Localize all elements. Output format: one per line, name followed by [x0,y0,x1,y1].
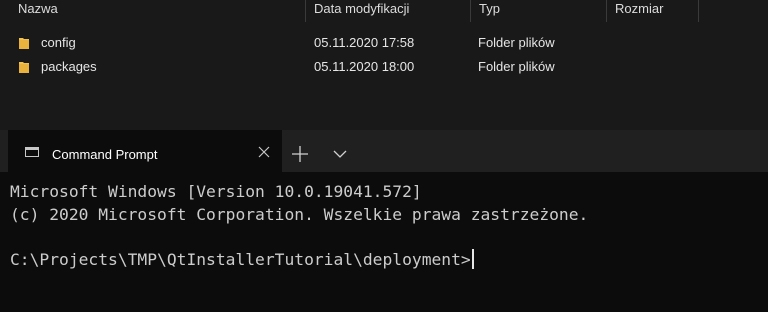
terminal-line: (c) 2020 Microsoft Corporation. Wszelkie… [10,205,589,224]
file-row-config[interactable]: config 05.11.2020 17:58 Folder plików [0,32,768,54]
close-icon[interactable] [258,146,270,158]
terminal-output[interactable]: Microsoft Windows [Version 10.0.19041.57… [0,172,768,312]
column-header-type[interactable]: Typ [471,0,605,22]
file-modified: 05.11.2020 17:58 [314,35,415,50]
file-type: Folder plików [478,35,555,50]
terminal-tab-bar: Command Prompt [0,130,768,172]
text-cursor [471,249,474,269]
terminal-line: Microsoft Windows [Version 10.0.19041.57… [10,182,422,201]
column-header-name[interactable]: Nazwa [10,0,304,22]
column-header-modified[interactable]: Data modyfikacji [306,0,470,22]
tab-command-prompt[interactable]: Command Prompt [8,130,282,172]
terminal-prompt-line[interactable]: C:\Projects\TMP\QtInstallerTutorial\depl… [10,249,474,269]
folder-icon [19,38,29,49]
file-name: config [41,35,76,50]
file-modified: 05.11.2020 18:00 [314,59,415,74]
file-row-packages[interactable]: packages 05.11.2020 18:00 Folder plików [0,56,768,78]
column-header-row: Nazwa Data modyfikacji Typ Rozmiar [0,0,768,22]
file-name: packages [41,59,97,74]
file-type: Folder plików [478,59,555,74]
column-header-size[interactable]: Rozmiar [607,0,697,22]
command-prompt-path: C:\Projects\TMP\QtInstallerTutorial\depl… [10,250,471,269]
folder-icon [19,62,29,73]
tab-title: Command Prompt [52,147,158,162]
new-tab-plus-icon[interactable] [290,144,310,164]
command-prompt-icon [25,147,39,157]
column-divider[interactable] [698,0,699,22]
chevron-down-icon[interactable] [330,144,350,164]
file-explorer-pane: Nazwa Data modyfikacji Typ Rozmiar confi… [0,0,768,130]
